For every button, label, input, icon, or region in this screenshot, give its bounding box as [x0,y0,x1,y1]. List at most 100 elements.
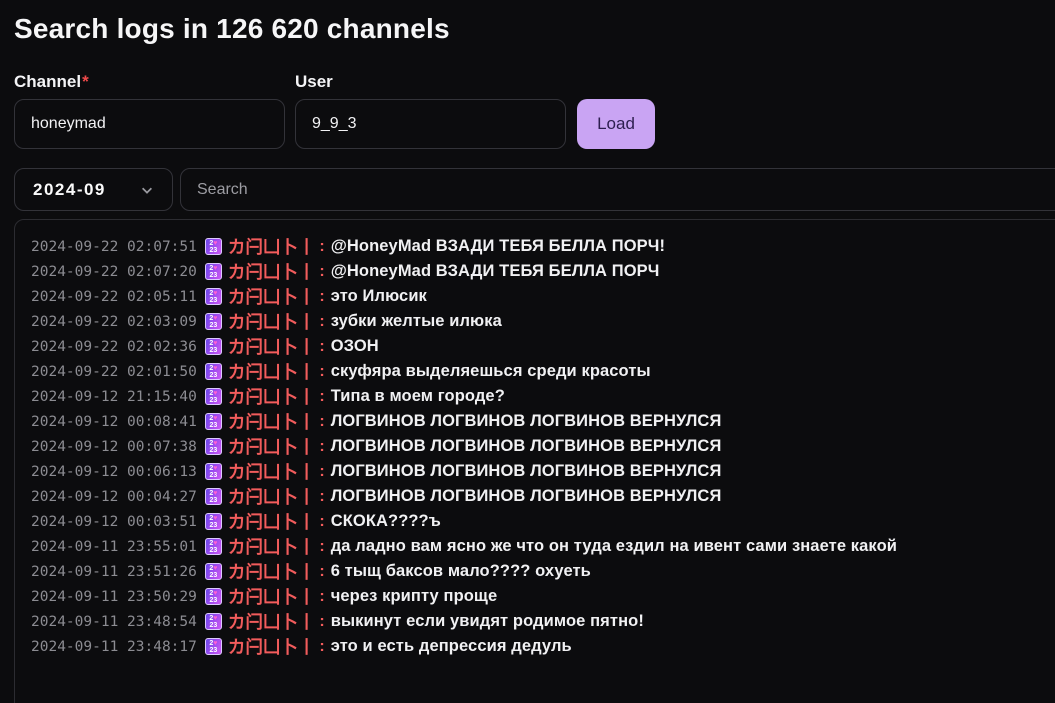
subscriber-badge-icon[interactable]: 2♥ 23 [204,363,222,380]
subscriber-badge-icon[interactable]: 2♥ 23 [204,563,222,580]
badge-bottom-num: 23 [209,571,218,579]
username[interactable]: カ闩凵卜丨 [228,509,316,534]
username-colon: : [319,512,325,530]
username[interactable]: カ闩凵卜丨 [228,484,316,509]
badge-bottom-num: 23 [209,596,218,604]
badge-heart-icon: ♥ [213,389,218,397]
username[interactable]: カ闩凵卜丨 [228,284,316,309]
subscriber-badge-icon[interactable]: 2♥ 23 [204,488,222,505]
username[interactable]: カ闩凵卜丨 [228,534,316,559]
badge-heart-icon: ♥ [213,414,218,422]
log-row: 2024-09-12 00:08:41 2♥ 23 カ闩凵卜丨 : ЛОГВИНО… [31,409,1055,434]
subscriber-badge-icon[interactable]: 2♥ 23 [204,638,222,655]
username[interactable]: カ闩凵卜丨 [228,259,316,284]
search-input[interactable] [180,168,1055,211]
username-colon: : [319,587,325,605]
badge-bottom-num: 23 [209,421,218,429]
username[interactable]: カ闩凵卜丨 [228,434,316,459]
subscriber-badge-icon[interactable]: 2♥ 23 [204,613,222,630]
username-colon: : [319,537,325,555]
subscriber-badge-icon[interactable]: 2♥ 23 [204,288,222,305]
badge-heart-icon: ♥ [213,539,218,547]
username[interactable]: カ闩凵卜丨 [228,334,316,359]
subscriber-badge-icon[interactable]: 2♥ 23 [204,413,222,430]
message-text: 6 тыщ баксов мало???? охуеть [330,562,591,580]
user-input[interactable] [295,99,566,149]
month-select-value: 2024-09 [33,179,106,199]
badge-top-row: 2♥ [209,490,217,497]
badge-heart-icon: ♥ [213,639,218,647]
subscriber-badge-icon[interactable]: 2♥ 23 [204,263,222,280]
channel-input[interactable] [14,99,285,149]
badge-heart-icon: ♥ [213,339,218,347]
timestamp: 2024-09-11 23:48:17 [31,638,197,655]
username-colon: : [319,337,325,355]
message-text: СКОКА????ъ [330,512,441,530]
username[interactable]: カ闩凵卜丨 [228,584,316,609]
message-text: через крипту проще [330,587,498,605]
subscriber-badge-icon[interactable]: 2♥ 23 [204,588,222,605]
badge-top-row: 2♥ [209,615,217,622]
username[interactable]: カ闩凵卜丨 [228,609,316,634]
log-row: 2024-09-22 02:05:11 2♥ 23 カ闩凵卜丨 : это Илю… [31,284,1055,309]
username-colon: : [319,237,325,255]
subscriber-badge-icon[interactable]: 2♥ 23 [204,388,222,405]
badge-heart-icon: ♥ [213,314,218,322]
badge-top-row: 2♥ [209,540,217,547]
load-button[interactable]: Load [577,99,655,149]
username[interactable]: カ闩凵卜丨 [228,409,316,434]
message-text: @HoneyMad ВЗАДИ ТЕБЯ БЕЛЛА ПОРЧ [330,262,660,280]
badge-bottom-num: 23 [209,471,218,479]
badge-top-row: 2♥ [209,565,217,572]
message-text: ЛОГВИНОВ ЛОГВИНОВ ЛОГВИНОВ ВЕРНУЛСЯ [330,437,722,455]
badge-bottom-num: 23 [209,296,218,304]
badge-top-row: 2♥ [209,390,217,397]
timestamp: 2024-09-22 02:03:09 [31,313,197,330]
channel-label: Channel* [14,72,285,92]
username-colon: : [319,437,325,455]
subscriber-badge-icon[interactable]: 2♥ 23 [204,438,222,455]
username-colon: : [319,287,325,305]
username[interactable]: カ闩凵卜丨 [228,234,316,259]
username-colon: : [319,412,325,430]
badge-bottom-num: 23 [209,396,218,404]
badge-bottom-num: 23 [209,271,218,279]
username-colon: : [319,312,325,330]
badge-bottom-num: 23 [209,346,218,354]
channel-field-group: Channel* [14,72,285,149]
badge-top-row: 2♥ [209,590,217,597]
badge-heart-icon: ♥ [213,364,218,372]
log-row: 2024-09-11 23:48:17 2♥ 23 カ闩凵卜丨 : это и е… [31,634,1055,659]
log-row: 2024-09-22 02:07:51 2♥ 23 カ闩凵卜丨 : @HoneyM… [31,234,1055,259]
subscriber-badge-icon[interactable]: 2♥ 23 [204,463,222,480]
username-colon: : [319,387,325,405]
timestamp: 2024-09-22 02:02:36 [31,338,197,355]
badge-top-row: 2♥ [209,515,217,522]
username[interactable]: カ闩凵卜丨 [228,634,316,659]
subscriber-badge-icon[interactable]: 2♥ 23 [204,538,222,555]
month-select[interactable]: 2024-09 [14,168,173,211]
badge-bottom-num: 23 [209,546,218,554]
badge-heart-icon: ♥ [213,439,218,447]
timestamp: 2024-09-12 00:04:27 [31,488,197,505]
badge-heart-icon: ♥ [213,589,218,597]
log-row: 2024-09-11 23:51:26 2♥ 23 カ闩凵卜丨 : 6 тыщ б… [31,559,1055,584]
username[interactable]: カ闩凵卜丨 [228,559,316,584]
username[interactable]: カ闩凵卜丨 [228,359,316,384]
subscriber-badge-icon[interactable]: 2♥ 23 [204,338,222,355]
badge-heart-icon: ♥ [213,264,218,272]
badge-top-row: 2♥ [209,290,217,297]
username-colon: : [319,562,325,580]
username[interactable]: カ闩凵卜丨 [228,309,316,334]
subscriber-badge-icon[interactable]: 2♥ 23 [204,238,222,255]
username-colon: : [319,462,325,480]
username[interactable]: カ闩凵卜丨 [228,384,316,409]
timestamp: 2024-09-12 21:15:40 [31,388,197,405]
subscriber-badge-icon[interactable]: 2♥ 23 [204,313,222,330]
subscriber-badge-icon[interactable]: 2♥ 23 [204,513,222,530]
badge-top-row: 2♥ [209,465,217,472]
page-title: Search logs in 126 620 channels [14,13,450,44]
log-panel: 2024-09-22 02:07:51 2♥ 23 カ闩凵卜丨 : @HoneyM… [14,219,1055,703]
search-form: Channel* User Load [14,72,1055,149]
username[interactable]: カ闩凵卜丨 [228,459,316,484]
